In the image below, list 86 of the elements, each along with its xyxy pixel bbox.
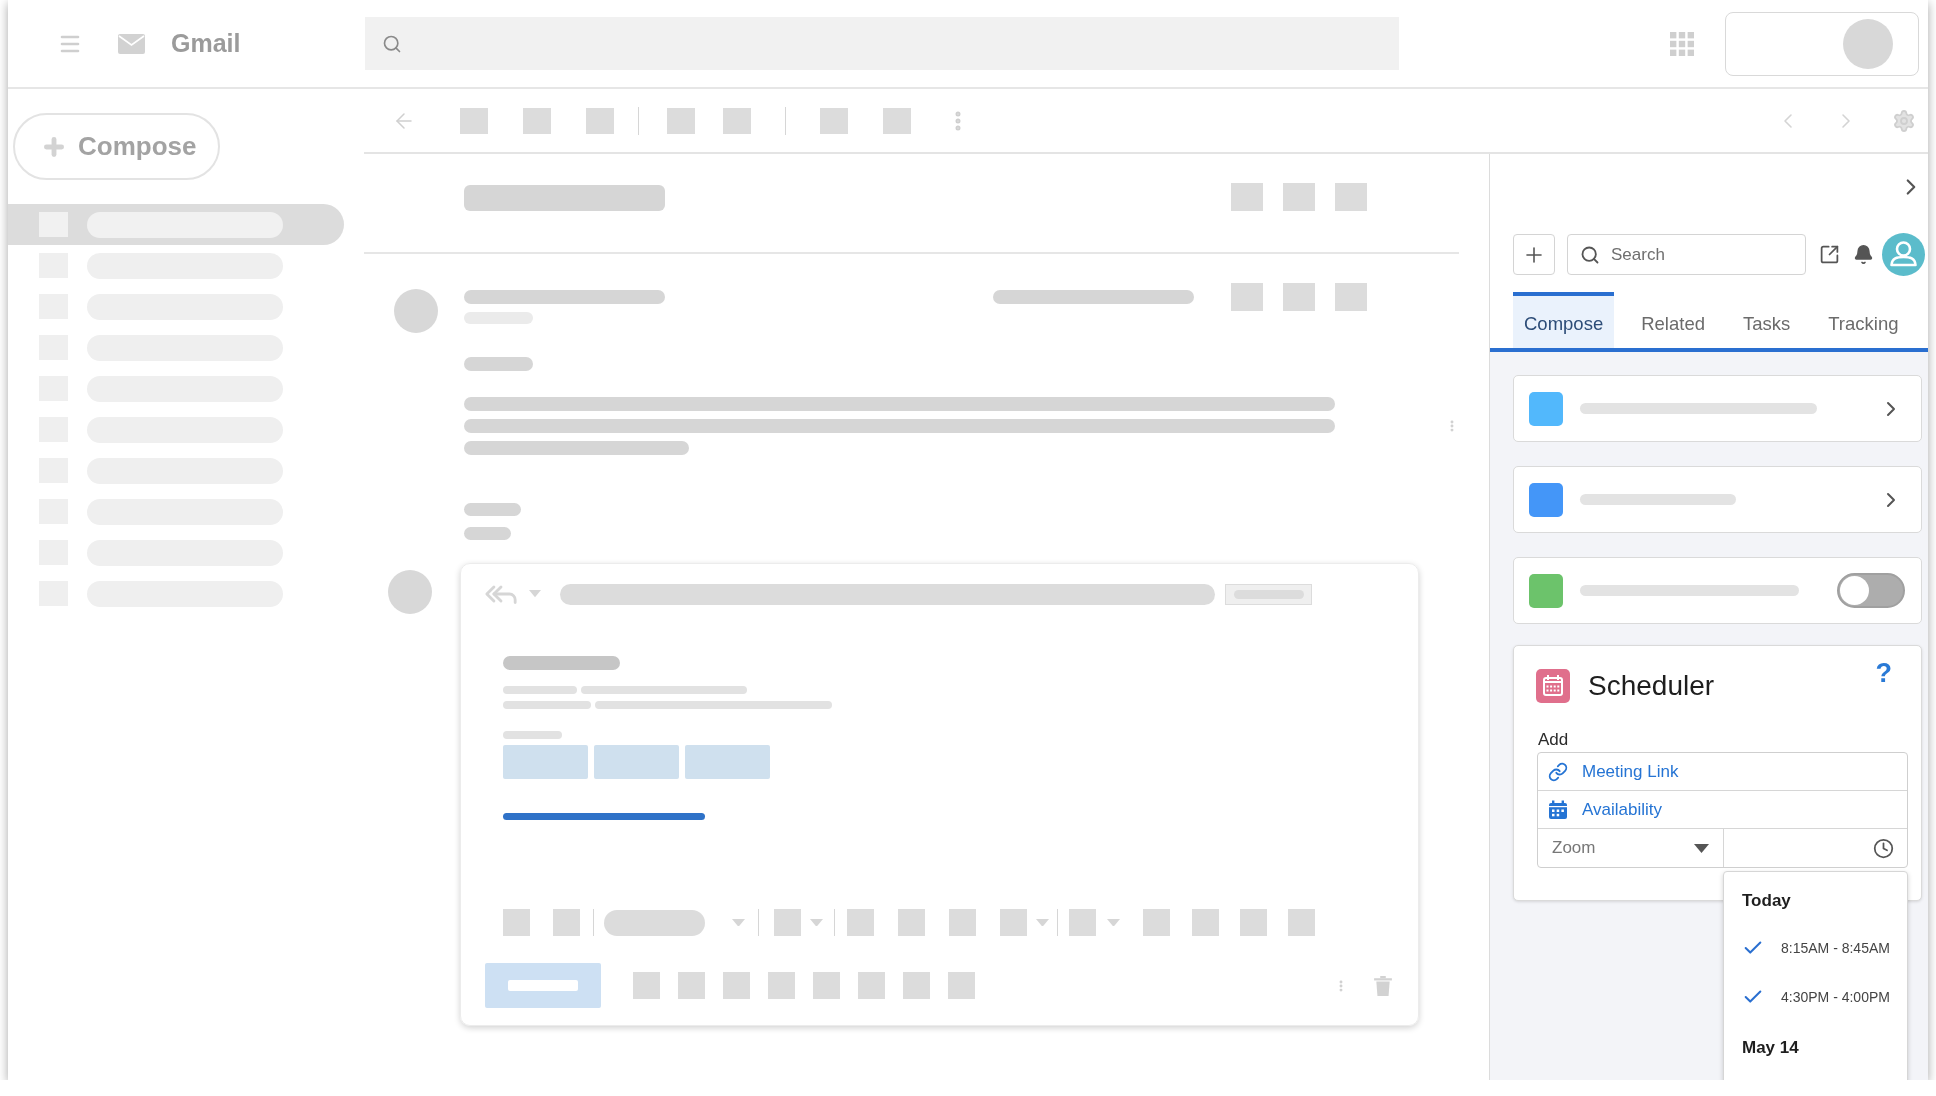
add-button[interactable] — [1513, 234, 1555, 275]
tab[interactable]: Tasks — [1731, 292, 1802, 348]
text-placeholder — [508, 980, 578, 991]
caret-icon — [529, 590, 541, 598]
placeholder-icon[interactable] — [1231, 283, 1263, 311]
placeholder-icon[interactable] — [858, 972, 885, 999]
conference-select[interactable]: Zoom — [1538, 829, 1724, 867]
placeholder-icon[interactable] — [678, 972, 705, 999]
avatar-placeholder — [1843, 18, 1893, 69]
placeholder-icon[interactable] — [1069, 909, 1096, 936]
placeholder-icon[interactable] — [1143, 909, 1170, 936]
search-icon — [1580, 244, 1600, 265]
time-slot[interactable]: 4:30PM - 4:00PM — [1742, 972, 1902, 1021]
placeholder-icon[interactable] — [820, 107, 848, 134]
search-icon — [382, 33, 402, 54]
placeholder-icon[interactable] — [460, 107, 488, 134]
date-heading: Today — [1742, 891, 1791, 911]
placeholder-icon[interactable] — [1335, 283, 1367, 311]
feature-card[interactable] — [1513, 557, 1922, 624]
placeholder-icon[interactable] — [1192, 909, 1219, 936]
button-placeholder[interactable] — [485, 963, 601, 1008]
text-placeholder — [464, 527, 511, 540]
text-placeholder — [464, 357, 533, 371]
apps-grid-icon[interactable] — [1670, 31, 1694, 56]
placeholder-icon[interactable] — [1335, 183, 1367, 211]
time-slot[interactable]: 8:15AM - 8:45AM — [1742, 923, 1902, 972]
bell-icon[interactable] — [1853, 244, 1874, 265]
feature-card[interactable] — [1513, 466, 1922, 533]
placeholder-icon[interactable] — [813, 972, 840, 999]
search-field[interactable]: Search — [1567, 234, 1806, 275]
caret-icon — [732, 918, 745, 927]
external-link-icon[interactable] — [1819, 244, 1840, 265]
placeholder-icon[interactable] — [898, 909, 925, 936]
calendar-icon — [1548, 799, 1568, 820]
placeholder-icon[interactable] — [1283, 283, 1315, 311]
tab[interactable]: Tracking — [1817, 292, 1910, 348]
help-button[interactable]: ? — [1875, 658, 1892, 689]
caret-icon — [810, 918, 823, 927]
settings-icon[interactable] — [1892, 108, 1916, 133]
clock-icon — [1873, 837, 1894, 859]
placeholder-icon[interactable] — [586, 107, 614, 134]
trash-icon[interactable] — [1374, 975, 1392, 996]
placeholder-icon[interactable] — [883, 107, 911, 134]
placeholder-icon[interactable] — [503, 909, 530, 936]
option-link[interactable]: Availability — [1538, 791, 1907, 829]
placeholder-icon[interactable] — [633, 972, 660, 999]
link-icon — [1548, 761, 1568, 782]
caret-icon — [1107, 918, 1120, 927]
placeholder-icon[interactable] — [723, 972, 750, 999]
tab[interactable]: Compose — [1513, 292, 1615, 348]
app-name: Gmail — [171, 29, 241, 58]
placeholder-icon[interactable] — [903, 972, 930, 999]
option-link[interactable]: Meeting Link — [1538, 753, 1907, 791]
placeholder-icon[interactable] — [774, 909, 801, 936]
placeholder-icon[interactable] — [667, 107, 695, 134]
placeholder-icon[interactable] — [949, 909, 976, 936]
account-button[interactable] — [1725, 11, 1919, 76]
feature-card[interactable] — [1513, 375, 1922, 442]
tab[interactable]: Related — [1630, 292, 1716, 348]
placeholder-icon[interactable] — [553, 909, 580, 936]
search-field[interactable] — [365, 17, 1399, 70]
user-avatar-icon[interactable] — [1882, 233, 1925, 276]
placeholder-icon[interactable] — [847, 909, 874, 936]
add-label: Add — [1537, 730, 1569, 750]
placeholder-icon[interactable] — [523, 107, 551, 134]
select-placeholder[interactable] — [604, 909, 705, 936]
caret-icon — [1694, 843, 1709, 853]
placeholder-icon[interactable] — [948, 972, 975, 999]
toggle-switch[interactable] — [1837, 573, 1905, 608]
date-heading: May 14 — [1742, 1038, 1799, 1058]
text-placeholder — [503, 731, 562, 739]
placeholder-icon[interactable] — [723, 107, 751, 134]
text-placeholder — [464, 503, 521, 516]
caret-icon — [1036, 918, 1049, 927]
placeholder-icon[interactable] — [1240, 909, 1267, 936]
placeholder-icon[interactable] — [1231, 183, 1263, 211]
mail-icon — [118, 33, 145, 54]
placeholder-icon[interactable] — [1288, 909, 1315, 936]
placeholder-icon[interactable] — [1283, 183, 1315, 211]
placeholder-icon[interactable] — [1000, 909, 1027, 936]
scheduler-title: Scheduler — [1588, 670, 1715, 702]
avatar-placeholder — [394, 289, 438, 333]
calendar-icon — [1536, 669, 1570, 703]
placeholder-icon[interactable] — [768, 972, 795, 999]
avatar-placeholder — [388, 570, 432, 614]
sidebar-item[interactable] — [8, 204, 344, 245]
